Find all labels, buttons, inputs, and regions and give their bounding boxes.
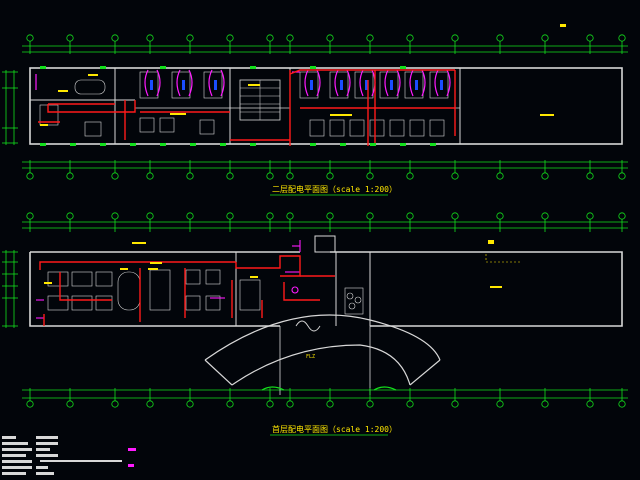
axis-circle (586, 172, 594, 180)
axis-circle (406, 172, 414, 180)
axis-circle (618, 212, 626, 220)
top-plan-equipment (35, 69, 451, 97)
axis-circle (26, 400, 34, 408)
axis-circle (66, 400, 74, 408)
bottom-plan-dashed (485, 254, 520, 263)
axis-circle (146, 172, 154, 180)
axis-circle (496, 400, 504, 408)
top-plan-walls (29, 67, 623, 145)
axis-circle (286, 34, 294, 42)
axis-circle (451, 34, 459, 42)
axis-circle (366, 172, 374, 180)
top-plan-wall-markers (40, 66, 436, 146)
axis-circle (451, 212, 459, 220)
bottom-plan: FLZ 首层配电平面图（scale 1:200） (2, 221, 628, 436)
bottom-plan-title: 首层配电平面图（scale 1:200） (272, 424, 397, 434)
axis-circle (226, 34, 234, 42)
axis-markers (26, 34, 626, 408)
bottom-plan-circuits (39, 255, 335, 326)
axis-circle (111, 212, 119, 220)
top-plan-dimension-bottom (22, 161, 628, 169)
top-plan: 二层配电平面图（scale 1:200） (2, 24, 628, 196)
axis-circle (326, 34, 334, 42)
bottom-plan-annotations (44, 240, 502, 288)
axis-circle (226, 400, 234, 408)
bottom-plan-dimension-left (2, 250, 18, 328)
top-plan-title: 二层配电平面图（scale 1:200） (272, 184, 397, 194)
axis-circle (586, 400, 594, 408)
axis-circle (618, 34, 626, 42)
axis-circle (541, 400, 549, 408)
axis-circle (586, 212, 594, 220)
axis-circle (366, 34, 374, 42)
axis-circle (451, 400, 459, 408)
axis-circle (286, 400, 294, 408)
axis-circle (66, 172, 74, 180)
axis-circle (186, 400, 194, 408)
axis-circle (266, 34, 274, 42)
axis-circle (451, 172, 459, 180)
axis-circle (66, 212, 74, 220)
axis-circle (496, 34, 504, 42)
axis-circle (146, 212, 154, 220)
axis-circle (496, 212, 504, 220)
axis-circle (186, 34, 194, 42)
axis-circle (618, 400, 626, 408)
axis-circle (541, 34, 549, 42)
axis-circle (226, 172, 234, 180)
axis-circle (326, 172, 334, 180)
axis-circle (186, 172, 194, 180)
axis-circle (266, 400, 274, 408)
legend-block (2, 436, 136, 475)
axis-circle (286, 212, 294, 220)
axis-circle (586, 34, 594, 42)
axis-circle (326, 400, 334, 408)
floor-plans-svg: 二层配电平面图（scale 1:200） FLZ 首层配电平面图（scale 1… (2, 24, 628, 475)
axis-circle (366, 400, 374, 408)
axis-circle (266, 172, 274, 180)
bottom-plan-dimension-bottom (22, 389, 628, 399)
bottom-plan-stair-arcs (261, 386, 397, 391)
axis-circle (66, 34, 74, 42)
axis-circle (226, 212, 234, 220)
axis-circle (541, 212, 549, 220)
top-plan-dimension-top (22, 45, 628, 53)
cad-drawing-canvas: 二层配电平面图（scale 1:200） FLZ 首层配电平面图（scale 1… (0, 0, 640, 480)
axis-circle (146, 400, 154, 408)
axis-circle (26, 212, 34, 220)
bottom-plan-walls (29, 235, 623, 395)
top-plan-annotations (40, 24, 566, 126)
axis-circle (541, 172, 549, 180)
axis-circle (146, 34, 154, 42)
axis-circle (266, 212, 274, 220)
axis-circle (406, 400, 414, 408)
axis-circle (406, 34, 414, 42)
axis-circle (26, 172, 34, 180)
axis-circle (111, 172, 119, 180)
bottom-plan-dimension-top (22, 221, 628, 229)
axis-circle (326, 212, 334, 220)
axis-circle (111, 400, 119, 408)
axis-circle (26, 34, 34, 42)
axis-circle (186, 212, 194, 220)
axis-circle (496, 172, 504, 180)
bottom-door-label: FLZ (306, 354, 315, 360)
axis-circle (406, 212, 414, 220)
axis-circle (111, 34, 119, 42)
axis-circle (286, 172, 294, 180)
top-plan-dimension-left (2, 70, 18, 145)
axis-circle (618, 172, 626, 180)
axis-circle (366, 212, 374, 220)
